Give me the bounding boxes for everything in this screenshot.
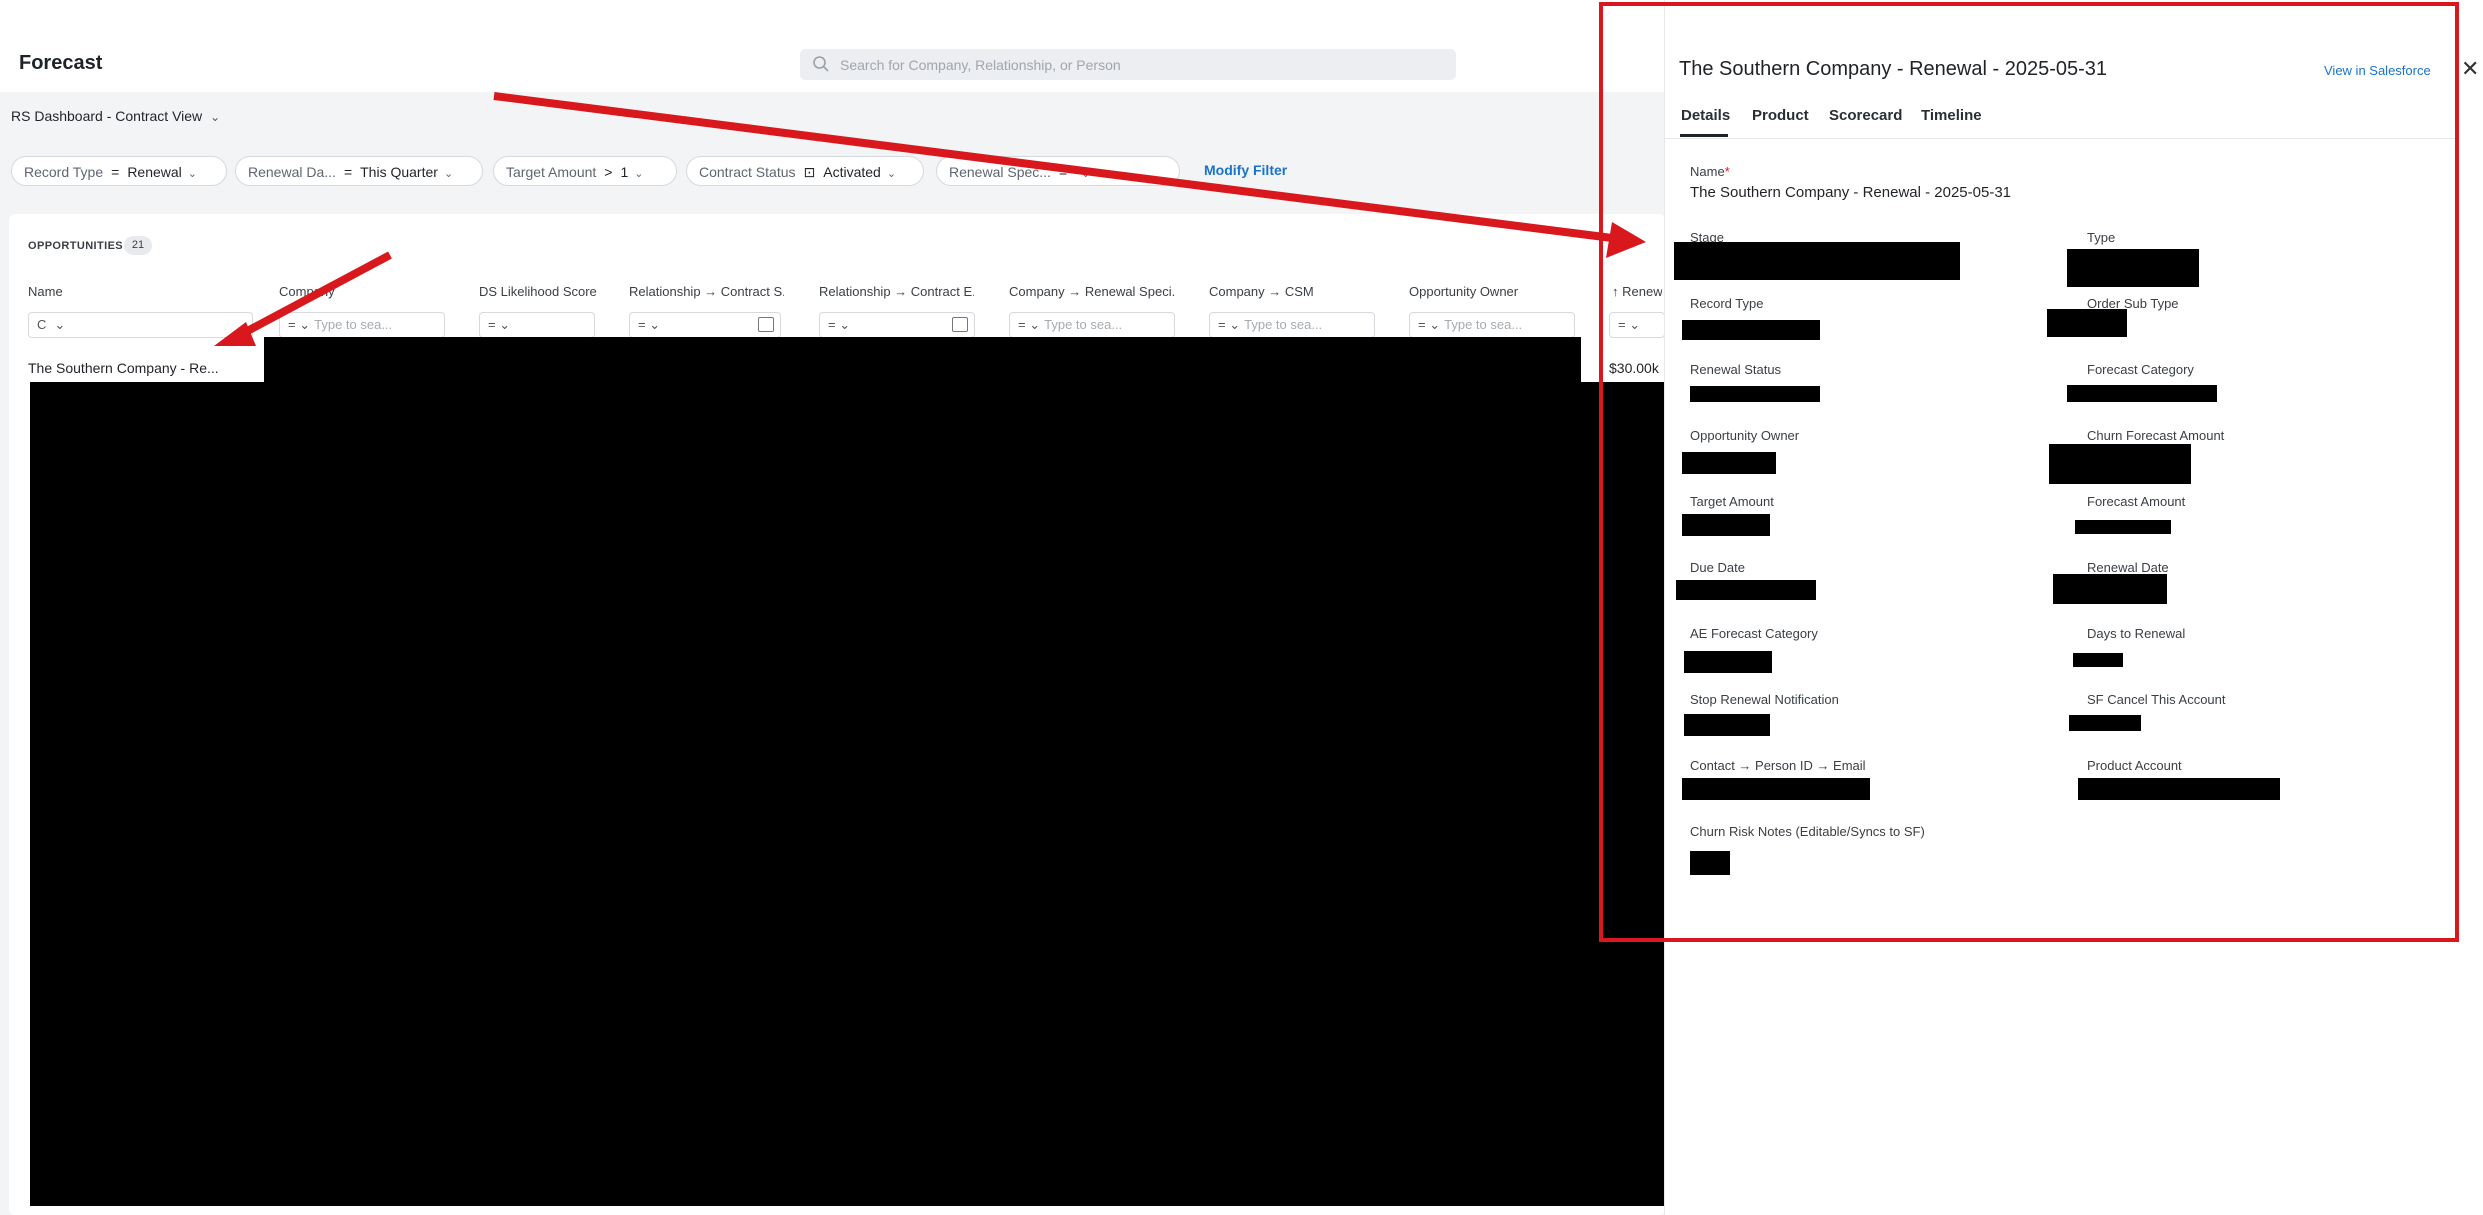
annotation-arrow-to-panel <box>493 92 1629 244</box>
arrow-head-panel <box>1606 222 1646 258</box>
annotation-arrow-to-row <box>236 251 392 340</box>
annotation-arrows <box>214 92 1646 346</box>
